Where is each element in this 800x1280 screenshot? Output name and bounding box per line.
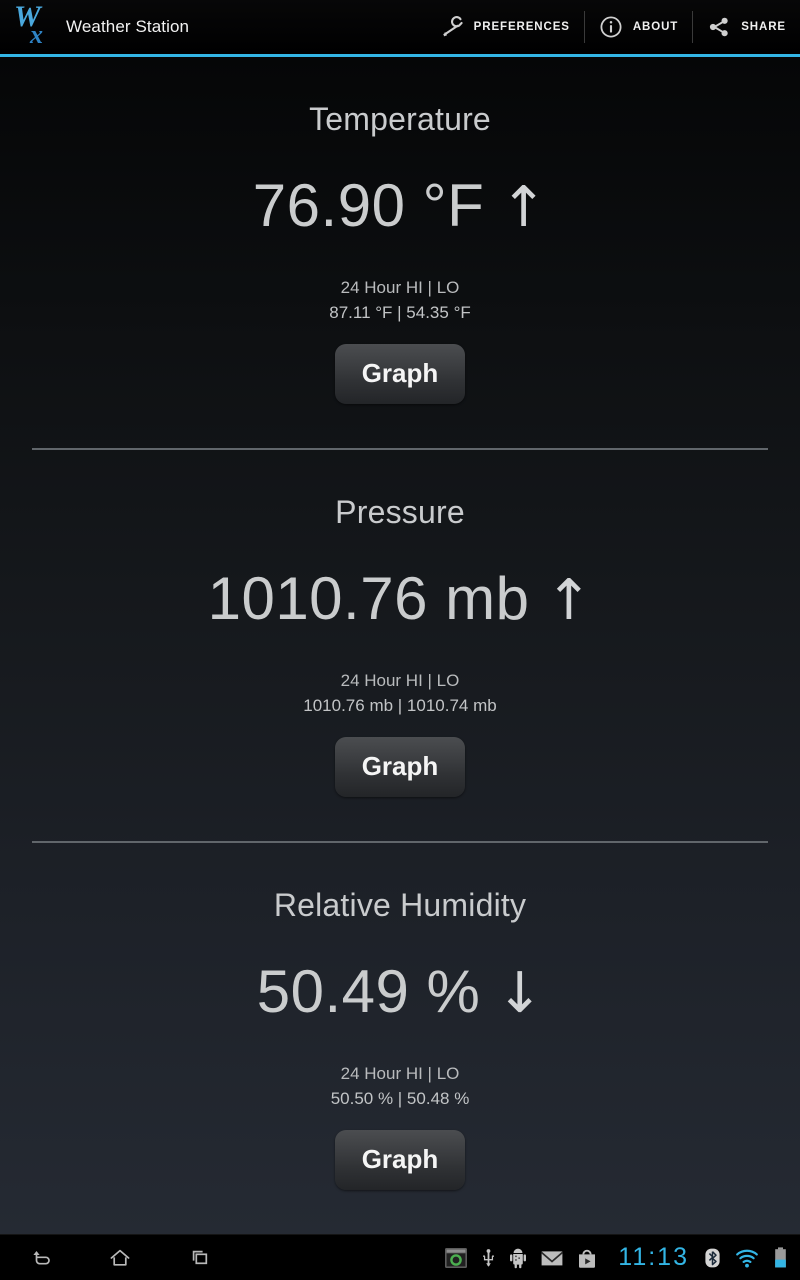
- trend-up-icon: ↑: [500, 175, 548, 241]
- graph-button-pressure[interactable]: Graph: [335, 736, 465, 797]
- battery-icon: [775, 1246, 786, 1267]
- preferences-label: PREFERENCES: [473, 21, 570, 33]
- graph-button-temperature[interactable]: Graph: [335, 343, 465, 404]
- gmail-icon: [541, 1250, 563, 1265]
- action-bar-items: PREFERENCES ABOUT SHARE: [425, 0, 800, 54]
- about-label: ABOUT: [632, 21, 679, 33]
- reading-value: 50.49 %: [256, 958, 481, 1026]
- about-button[interactable]: ABOUT: [583, 0, 692, 54]
- system-navigation-bar: 11:13: [0, 1234, 800, 1280]
- hilo-label: 24 Hour HI | LO: [340, 1064, 460, 1084]
- wrench-icon: [443, 16, 463, 37]
- screenshot-icon[interactable]: [444, 1247, 468, 1269]
- play-store-icon: [579, 1249, 596, 1268]
- panel-title: Relative Humidity: [273, 887, 527, 924]
- panel-reading: 1010.76 mb ↑: [208, 569, 593, 629]
- hilo-block: 24 Hour HI | LO 1010.76 mb | 1010.74 mb: [303, 669, 496, 718]
- wifi-icon: [736, 1249, 758, 1267]
- recents-icon: [192, 1250, 208, 1264]
- main-content: Temperature 76.90 °F ↑ 24 Hour HI | LO 8…: [0, 57, 800, 1234]
- preferences-button[interactable]: PREFERENCES: [425, 0, 584, 54]
- status-tray: 11:13: [444, 1235, 800, 1280]
- trend-down-icon: ↓: [496, 961, 544, 1027]
- panel-temperature: Temperature 76.90 °F ↑ 24 Hour HI | LO 8…: [0, 57, 800, 448]
- panel-pressure: Pressure 1010.76 mb ↑ 24 Hour HI | LO 10…: [0, 450, 800, 841]
- share-icon: [710, 17, 728, 37]
- nav-home-button[interactable]: [80, 1235, 160, 1280]
- panel-reading: 50.49 % ↓: [257, 962, 544, 1022]
- back-icon: [33, 1250, 50, 1265]
- share-button[interactable]: SHARE: [692, 0, 800, 54]
- hilo-label: 24 Hour HI | LO: [340, 671, 460, 691]
- reading-value: 1010.76 mb: [207, 565, 530, 633]
- home-icon: [110, 1249, 130, 1266]
- nav-recents-button[interactable]: [160, 1235, 240, 1280]
- reading-value: 76.90 °F: [252, 172, 485, 240]
- android-debug-icon: [510, 1248, 527, 1268]
- status-clock: 11:13: [618, 1243, 689, 1271]
- action-bar: W x Weather Station PREFERENCES ABOUT SH…: [0, 0, 800, 54]
- hilo-label: 24 Hour HI | LO: [340, 278, 460, 298]
- panel-title: Temperature: [309, 101, 491, 138]
- app-screen: W x Weather Station PREFERENCES ABOUT SH…: [0, 0, 800, 1280]
- hilo-values: 1010.76 mb | 1010.74 mb: [303, 696, 497, 715]
- trend-up-icon: ↑: [545, 568, 593, 634]
- panel-reading: 76.90 °F ↑: [253, 176, 547, 236]
- share-label: SHARE: [741, 21, 786, 33]
- usb-icon: [483, 1248, 495, 1267]
- logo-x-glyph: x: [30, 20, 43, 49]
- panel-relative-humidity: Relative Humidity 50.49 % ↓ 24 Hour HI |…: [0, 843, 800, 1234]
- bluetooth-icon: [705, 1248, 720, 1267]
- panel-title: Pressure: [335, 494, 465, 531]
- hilo-values: 50.50 % | 50.48 %: [330, 1089, 470, 1108]
- app-title: Weather Station: [66, 17, 190, 36]
- app-logo[interactable]: W x: [0, 0, 62, 54]
- hilo-block: 24 Hour HI | LO 87.11 °F | 54.35 °F: [329, 276, 471, 325]
- hilo-block: 24 Hour HI | LO 50.50 % | 50.48 %: [331, 1062, 470, 1111]
- hilo-values: 87.11 °F | 54.35 °F: [329, 303, 471, 322]
- graph-button-humidity[interactable]: Graph: [335, 1129, 465, 1190]
- info-circle-icon: [600, 16, 622, 38]
- nav-back-button[interactable]: [0, 1235, 80, 1280]
